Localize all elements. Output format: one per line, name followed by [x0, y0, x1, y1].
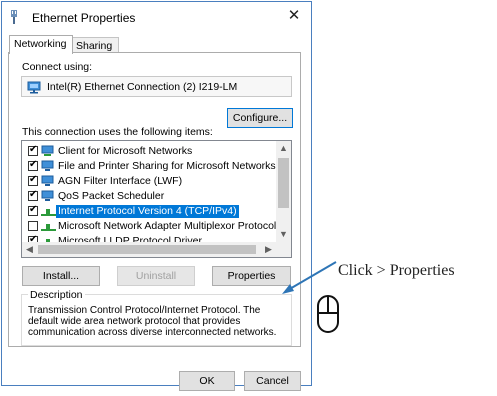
description-legend: Description: [28, 289, 85, 301]
network-protocol-icon: [41, 224, 56, 231]
check-mark-icon: ✔: [29, 189, 38, 200]
scrollbar-corner: [276, 242, 291, 257]
configure-button[interactable]: Configure...: [227, 108, 293, 128]
item-checkbox[interactable]: ✔: [28, 144, 38, 156]
ok-button[interactable]: OK: [179, 371, 235, 391]
scroll-right-arrow-icon[interactable]: ▶: [261, 242, 276, 257]
adapter-field: Intel(R) Ethernet Connection (2) I219-LM: [21, 76, 292, 97]
ethernet-plug-icon: [11, 10, 17, 24]
item-label: Microsoft Network Adapter Multiplexor Pr…: [58, 220, 277, 232]
network-service-icon: [41, 175, 54, 186]
list-item[interactable]: ✔ File and Printer Sharing for Microsoft…: [22, 159, 277, 174]
item-checkbox[interactable]: ✔: [28, 159, 38, 171]
item-label: Internet Protocol Version 4 (TCP/IPv4): [56, 205, 239, 218]
window-title: Ethernet Properties: [32, 11, 136, 25]
instruction-annotation: Click > Properties: [338, 262, 455, 279]
horizontal-scrollbar[interactable]: ◀ ▶: [22, 242, 276, 257]
list-item[interactable]: ✔ Client for Microsoft Networks: [22, 144, 277, 159]
tab-networking[interactable]: Networking: [9, 35, 73, 54]
items-label: This connection uses the following items…: [22, 126, 213, 138]
description-text: Transmission Control Protocol/Internet P…: [28, 305, 277, 338]
list-item[interactable]: Microsoft Network Adapter Multiplexor Pr…: [22, 219, 277, 234]
connect-using-label: Connect using:: [22, 61, 93, 73]
mouse-left-click-icon: [317, 295, 339, 333]
uninstall-button[interactable]: Uninstall: [117, 266, 195, 286]
list-item-selected[interactable]: ✔ Internet Protocol Version 4 (TCP/IPv4): [22, 204, 277, 219]
components-list[interactable]: ✔ Client for Microsoft Networks ✔ File a…: [21, 140, 292, 258]
network-service-icon: [41, 160, 54, 171]
list-item[interactable]: ✔ AGN Filter Interface (LWF): [22, 174, 277, 189]
item-label: Client for Microsoft Networks: [58, 145, 193, 157]
title-bar[interactable]: Ethernet Properties ✕: [2, 2, 311, 32]
vertical-scroll-thumb[interactable]: [278, 158, 289, 208]
network-client-icon: [41, 145, 54, 156]
close-button[interactable]: ✕: [283, 6, 305, 26]
network-adapter-icon: [27, 81, 41, 94]
install-button[interactable]: Install...: [22, 266, 100, 286]
item-label: QoS Packet Scheduler: [58, 190, 165, 202]
scroll-left-arrow-icon[interactable]: ◀: [22, 242, 37, 257]
pointer-arrow-icon: [282, 261, 337, 294]
check-mark-icon: ✔: [29, 159, 38, 170]
scroll-down-arrow-icon[interactable]: ▼: [276, 227, 291, 242]
check-mark-icon: ✔: [29, 144, 38, 155]
network-service-icon: [41, 190, 54, 201]
horizontal-scroll-thumb[interactable]: [38, 245, 256, 254]
check-mark-icon: ✔: [29, 204, 38, 215]
network-protocol-icon: [41, 209, 56, 216]
vertical-scrollbar[interactable]: ▲ ▼: [276, 141, 291, 242]
cancel-button[interactable]: Cancel: [244, 371, 301, 391]
scroll-up-arrow-icon[interactable]: ▲: [276, 141, 291, 156]
item-checkbox[interactable]: ✔: [28, 204, 38, 216]
item-checkbox[interactable]: ✔: [28, 189, 38, 201]
item-checkbox[interactable]: ✔: [28, 174, 38, 186]
item-label: File and Printer Sharing for Microsoft N…: [58, 160, 276, 172]
item-label: AGN Filter Interface (LWF): [58, 175, 183, 187]
check-mark-icon: ✔: [29, 174, 38, 185]
list-item[interactable]: ✔ QoS Packet Scheduler: [22, 189, 277, 204]
adapter-name: Intel(R) Ethernet Connection (2) I219-LM: [47, 81, 238, 93]
item-checkbox[interactable]: [28, 221, 38, 231]
